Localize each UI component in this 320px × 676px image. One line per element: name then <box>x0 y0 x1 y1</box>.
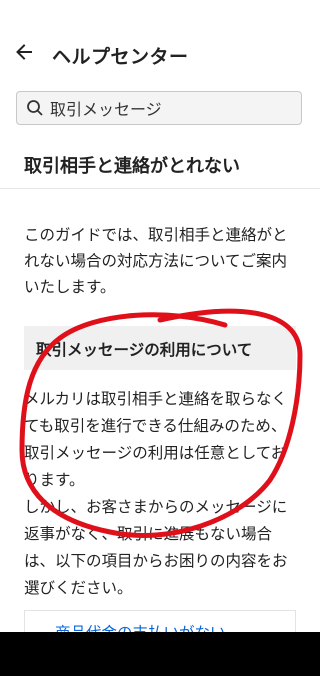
article-intro: このガイドでは、取引相手と連絡がとれない場合の対応方法についてご案内いたします。 <box>24 226 288 296</box>
search-icon <box>26 99 44 117</box>
search-input[interactable]: 取引メッセージ <box>16 91 302 125</box>
body-paragraph-2: しかし、お客さまからのメッセージに返事がなく、取引に進展もない場合は、以下の項目… <box>24 498 288 597</box>
system-navigation-bar <box>0 632 320 676</box>
divider <box>0 188 320 189</box>
arrow-left-icon <box>14 42 34 66</box>
body-paragraph-1: メルカリは取引相手と連絡を取らなくても取引を進行できる仕組みのため、取引メッセー… <box>24 390 288 489</box>
section-header: 取引メッセージの利用について <box>24 326 296 370</box>
article-title: 取引相手と連絡がとれない <box>24 156 240 177</box>
app-bar: ヘルプセンター <box>0 0 320 84</box>
article-body: メルカリは取引相手と連絡を取らなくても取引を進行できる仕組みのため、取引メッセー… <box>24 386 296 602</box>
search-value: 取引メッセージ <box>50 100 162 119</box>
back-button[interactable] <box>8 38 40 70</box>
page-title: ヘルプセンター <box>52 46 189 68</box>
section-heading: 取引メッセージの利用について <box>36 341 253 359</box>
